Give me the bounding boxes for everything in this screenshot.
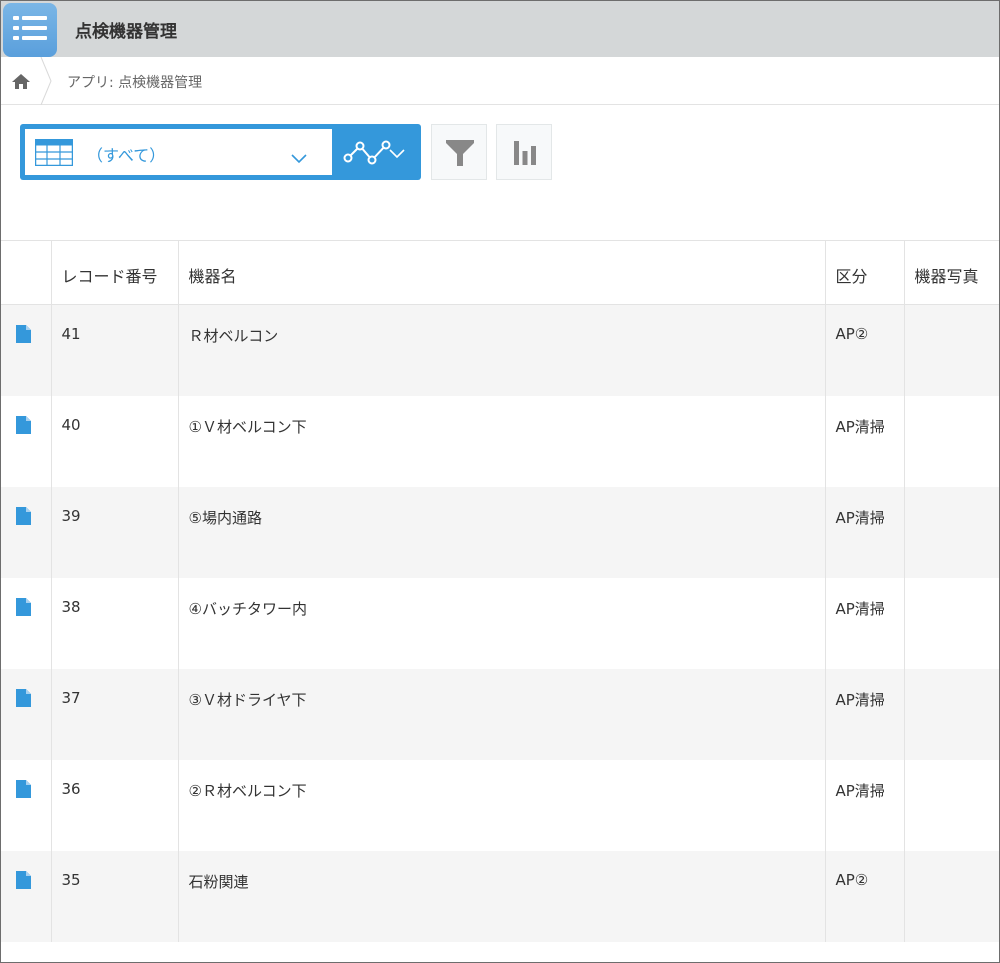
table-row: 40 ①Ｖ材ベルコン下 AP清掃 bbox=[1, 395, 999, 487]
category-cell: AP清掃 bbox=[824, 577, 904, 669]
record-detail-cell bbox=[1, 669, 51, 760]
graph-chevron-down-icon[interactable] bbox=[389, 149, 405, 159]
device-photo-cell bbox=[903, 395, 999, 487]
home-icon[interactable] bbox=[11, 72, 31, 90]
table-row: 41 Ｒ材ベルコン AP② bbox=[1, 304, 999, 396]
view-dropdown[interactable]: （すべて） bbox=[25, 129, 332, 175]
category-cell: AP清掃 bbox=[824, 759, 904, 851]
category-cell: AP② bbox=[824, 850, 904, 942]
graph-icon[interactable] bbox=[343, 139, 391, 165]
category-cell: AP② bbox=[824, 304, 904, 396]
app-title: 点検機器管理 bbox=[75, 22, 177, 42]
record-number-cell: 39 bbox=[50, 486, 178, 578]
record-number-cell: 36 bbox=[50, 759, 178, 851]
document-icon[interactable] bbox=[16, 415, 31, 434]
record-detail-cell bbox=[1, 487, 51, 578]
table-row: 37 ③Ｖ材ドライヤ下 AP清掃 bbox=[1, 668, 999, 760]
record-detail-cell bbox=[1, 851, 51, 942]
column-header-device-photo[interactable]: 機器写真 bbox=[903, 240, 999, 305]
table-view-icon bbox=[35, 139, 73, 166]
category-cell: AP清掃 bbox=[824, 486, 904, 578]
table-row: 36 ②Ｒ材ベルコン下 AP清掃 bbox=[1, 759, 999, 851]
device-photo-cell bbox=[903, 304, 999, 396]
bar-chart-icon bbox=[514, 141, 536, 165]
filter-icon bbox=[446, 140, 474, 166]
column-header-detail bbox=[1, 240, 51, 305]
app-window: 点検機器管理 アプリ: 点検機器管理 （すべて） レコード番号 機器名 区分 機… bbox=[0, 0, 1000, 963]
device-name-cell: ①Ｖ材ベルコン下 bbox=[177, 395, 825, 487]
device-photo-cell bbox=[903, 486, 999, 578]
device-photo-cell bbox=[903, 577, 999, 669]
category-cell: AP清掃 bbox=[824, 668, 904, 760]
device-name-cell: Ｒ材ベルコン bbox=[177, 304, 825, 396]
document-icon[interactable] bbox=[16, 325, 31, 343]
filter-button[interactable] bbox=[431, 124, 487, 180]
column-header-record-number[interactable]: レコード番号 bbox=[50, 240, 178, 305]
document-icon[interactable] bbox=[16, 870, 31, 889]
table-row: 35 石粉関連 AP② bbox=[1, 850, 999, 942]
device-photo-cell bbox=[903, 759, 999, 851]
document-icon[interactable] bbox=[16, 688, 31, 707]
column-header-category[interactable]: 区分 bbox=[824, 240, 904, 305]
table-header-row: レコード番号 機器名 区分 機器写真 bbox=[1, 240, 999, 305]
graph-button[interactable] bbox=[496, 124, 552, 180]
device-name-cell: ③Ｖ材ドライヤ下 bbox=[177, 668, 825, 760]
record-detail-cell bbox=[1, 578, 51, 669]
chevron-down-icon bbox=[291, 154, 307, 164]
device-photo-cell bbox=[903, 850, 999, 942]
device-photo-cell bbox=[903, 668, 999, 760]
app-header: 点検機器管理 bbox=[1, 1, 999, 57]
category-cell: AP清掃 bbox=[824, 395, 904, 487]
device-name-cell: ②Ｒ材ベルコン下 bbox=[177, 759, 825, 851]
record-number-cell: 37 bbox=[50, 668, 178, 760]
record-detail-cell bbox=[1, 305, 51, 396]
view-selector: （すべて） bbox=[20, 124, 421, 180]
device-name-cell: 石粉関連 bbox=[177, 850, 825, 942]
record-number-cell: 38 bbox=[50, 577, 178, 669]
table-row: 39 ⑤場内通路 AP清掃 bbox=[1, 486, 999, 578]
device-name-cell: ④バッチタワー内 bbox=[177, 577, 825, 669]
record-detail-cell bbox=[1, 396, 51, 487]
document-icon[interactable] bbox=[16, 597, 31, 616]
table-row: 38 ④バッチタワー内 AP清掃 bbox=[1, 577, 999, 669]
column-header-device-name[interactable]: 機器名 bbox=[177, 240, 825, 305]
view-label: （すべて） bbox=[87, 146, 166, 165]
document-icon[interactable] bbox=[16, 779, 31, 798]
record-number-cell: 41 bbox=[50, 304, 178, 396]
records-table: レコード番号 機器名 区分 機器写真 41 Ｒ材ベルコン AP② 40 ①Ｖ材ベルコン下… bbox=[1, 240, 999, 942]
breadcrumb-separator bbox=[40, 57, 52, 105]
device-name-cell: ⑤場内通路 bbox=[177, 486, 825, 578]
breadcrumb-app-link[interactable]: アプリ: 点検機器管理 bbox=[67, 72, 202, 92]
breadcrumb: アプリ: 点検機器管理 bbox=[1, 57, 999, 105]
list-app-icon[interactable] bbox=[3, 3, 57, 57]
record-number-cell: 40 bbox=[50, 395, 178, 487]
document-icon[interactable] bbox=[16, 506, 31, 525]
record-detail-cell bbox=[1, 760, 51, 851]
record-number-cell: 35 bbox=[50, 850, 178, 942]
